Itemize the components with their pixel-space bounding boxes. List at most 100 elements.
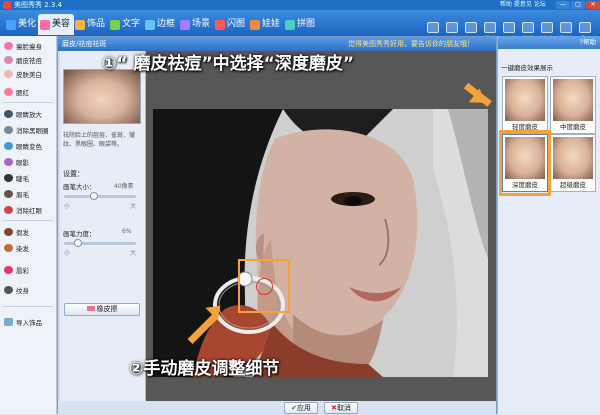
selected-thumb-highlight <box>499 130 551 196</box>
slider-min-label: 小 <box>64 250 71 257</box>
eyebrow-icon <box>4 190 13 198</box>
help-link[interactable]: ?帮助 <box>498 36 600 49</box>
share-notice[interactable]: 觉得美图秀秀好用，要告诉你的朋友哦！ <box>348 37 474 51</box>
tab-frame[interactable]: 边框 <box>143 14 179 35</box>
thumb-label: 中度磨皮 <box>560 123 586 131</box>
import-accessory-button[interactable]: 导入饰品 <box>4 316 42 328</box>
tab-cosmetic[interactable]: 美容 <box>38 14 75 35</box>
sidebar-item-red-eye[interactable]: 消除红眼 <box>4 204 42 216</box>
tab-label: 娃娃 <box>262 19 281 29</box>
cancel-button[interactable]: ✖取消 <box>324 402 358 414</box>
help-label: 帮助 <box>583 38 596 46</box>
feature-description: 祛除脸上的痘痘、雀斑、皱纹、黑眼圈、眼袋等。 <box>63 132 136 148</box>
brush-size-value: 40像素 <box>114 183 134 190</box>
edited-photo[interactable] <box>153 109 488 377</box>
sidebar-item-label: 腮红 <box>16 89 29 97</box>
sidebar-item-label: 磨皮祛痘 <box>16 57 42 65</box>
folder-icon <box>427 22 439 33</box>
tattoo-icon <box>4 286 13 294</box>
decoration-tab-icon <box>75 19 85 30</box>
main-toolbar: 美化 美容 饰品 文字 边框 场景 闪图 娃娃 拼图 打开 保存 抠图 裁剪 尺… <box>0 10 600 43</box>
rotate-icon <box>522 22 534 33</box>
sidebar-item-whiten[interactable]: 皮肤美白 <box>4 68 42 80</box>
sidebar-item-label: 消除黑眼圈 <box>16 127 49 135</box>
sidebar-item-eyebrow[interactable]: 眉毛 <box>4 188 29 200</box>
cancel-label: 取消 <box>336 404 351 412</box>
tab-collage[interactable]: 拼图 <box>283 14 319 35</box>
portrait-photo <box>153 109 488 377</box>
title-bar: 美图秀秀 2.3.4 帮助 提意见 论坛 — □ ✕ <box>0 0 600 10</box>
sidebar-item-label: 皮肤美白 <box>16 71 42 79</box>
tab-text[interactable]: 文字 <box>108 14 144 35</box>
save-icon <box>446 22 458 33</box>
brush-size-slider-thumb[interactable] <box>89 192 98 200</box>
text-tab-icon <box>110 19 120 30</box>
undo-icon <box>560 22 572 33</box>
thumb-medium-smooth[interactable]: 中度磨皮 <box>550 76 596 134</box>
crop-icon <box>484 22 496 33</box>
tab-doll[interactable]: 娃娃 <box>248 14 284 35</box>
sidebar-item-tattoo[interactable]: 纹身 <box>4 284 29 296</box>
sidebar-item-eyelash[interactable]: 睫毛 <box>4 172 29 184</box>
settings-label: 设置： <box>63 170 84 178</box>
flash-tab-icon <box>215 19 225 30</box>
top-links[interactable]: 帮助 提意见 论坛 <box>500 0 546 10</box>
import-icon <box>4 318 13 326</box>
minimize-button[interactable]: — <box>556 1 570 9</box>
wig-icon <box>4 228 13 236</box>
eraser-button[interactable]: 橡皮擦 <box>64 303 140 316</box>
annotation-step-1: ①“ 磨皮祛痘”中选择“深度磨皮” <box>102 54 355 74</box>
sidebar-item-dark-circle[interactable]: 消除黑眼圈 <box>4 124 49 136</box>
thumb-light-smooth[interactable]: 轻度磨皮 <box>502 76 548 134</box>
sidebar-item-label: 消除红眼 <box>16 207 42 215</box>
sidebar-item-eye-enlarge[interactable]: 眼睛放大 <box>4 108 42 120</box>
dialog-title: 磨皮/祛痘祛斑 <box>62 40 107 48</box>
sidebar-item-label: 唇彩 <box>16 267 29 275</box>
apply-button[interactable]: ✔应用 <box>284 402 318 414</box>
maximize-button[interactable]: □ <box>571 1 585 9</box>
brush-power-slider-thumb[interactable] <box>73 239 82 247</box>
cosmetic-tab-icon <box>40 19 50 30</box>
sidebar-item-label: 染发 <box>16 245 29 253</box>
eye-icon <box>4 142 13 150</box>
tab-scene[interactable]: 场景 <box>178 14 214 35</box>
sidebar-item-eye-color[interactable]: 眼睛变色 <box>4 140 42 152</box>
tab-label: 文字 <box>122 19 141 29</box>
sidebar-item-face-slim[interactable]: 瘦脸瘦身 <box>4 40 42 52</box>
thumb-label: 超级磨皮 <box>560 181 586 189</box>
sidebar-item-blush[interactable]: 腮红 <box>4 86 29 98</box>
view-icon <box>579 22 591 33</box>
sidebar-item-lip-gloss[interactable]: 唇彩 <box>4 264 29 276</box>
brush-icon <box>541 22 553 33</box>
close-button[interactable]: ✕ <box>586 1 600 9</box>
window-title: 美图秀秀 2.3.4 <box>14 1 63 9</box>
tab-label: 闪图 <box>227 19 246 29</box>
blush-icon <box>4 88 13 96</box>
sidebar-item-label: 假发 <box>16 229 29 237</box>
skin-icon <box>4 56 13 64</box>
eraser-label: 橡皮擦 <box>96 305 118 313</box>
tab-label: 美化 <box>18 19 37 29</box>
tab-flash[interactable]: 闪图 <box>213 14 249 35</box>
brush-size-slider[interactable] <box>64 192 136 200</box>
sidebar-item-eyeshadow[interactable]: 眼影 <box>4 156 29 168</box>
tab-decoration[interactable]: 饰品 <box>73 14 109 35</box>
brush-cursor-circle[interactable] <box>256 278 273 295</box>
sidebar-item-smooth-skin[interactable]: 磨皮祛痘 <box>4 54 42 66</box>
face-thumbnail <box>505 79 545 121</box>
eyeshadow-icon <box>4 158 13 166</box>
brush-power-slider[interactable] <box>64 239 136 247</box>
eye-icon <box>4 110 13 118</box>
sidebar-item-label: 眉毛 <box>16 191 29 199</box>
frame-tab-icon <box>145 19 155 30</box>
brush-size-label: 画笔大小： <box>63 183 96 191</box>
tab-label: 美容 <box>52 19 71 29</box>
sidebar-item-label: 导入饰品 <box>16 319 42 327</box>
sidebar-item-label: 瘦脸瘦身 <box>16 43 42 51</box>
tab-beautify[interactable]: 美化 <box>4 14 40 35</box>
divider <box>3 306 53 307</box>
sidebar-item-label: 睫毛 <box>16 175 29 183</box>
thumb-super-smooth[interactable]: 超级磨皮 <box>550 134 596 192</box>
sidebar-item-hair-dye[interactable]: 染发 <box>4 242 29 254</box>
sidebar-item-wig[interactable]: 假发 <box>4 226 29 238</box>
